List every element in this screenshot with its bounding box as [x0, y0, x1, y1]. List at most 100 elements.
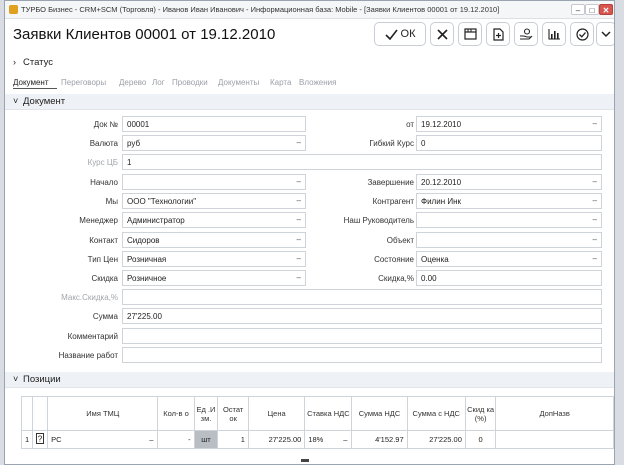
our-head-field[interactable]: – — [416, 212, 602, 228]
dropdown-icon[interactable]: – — [593, 235, 597, 244]
state-label: Состояние — [374, 255, 414, 264]
col-header-unit[interactable]: Ед .И зм. — [193, 396, 219, 431]
col-header-sum-vat[interactable]: Сумма с НДС — [406, 396, 466, 431]
dropdown-icon[interactable]: – — [297, 196, 301, 205]
col-header-discount[interactable]: Скид ка (%) — [464, 396, 497, 431]
bar-chart-icon — [547, 29, 560, 40]
start-label: Начало — [90, 178, 118, 187]
date-field[interactable]: 19.12.2010 – — [416, 116, 602, 132]
start-field[interactable]: – — [122, 174, 306, 190]
our-company-label: Мы — [105, 197, 118, 206]
date-label: от — [406, 120, 414, 129]
our-head-label: Наш Руководитель — [343, 216, 414, 225]
report-button[interactable] — [542, 22, 566, 46]
doc-number-input[interactable]: 00001 — [122, 116, 306, 132]
tab-log[interactable]: Лог — [152, 78, 165, 87]
col-header-name[interactable]: Имя ТМЦ — [47, 396, 159, 431]
work-name-input[interactable] — [122, 347, 602, 363]
col-header-extra[interactable]: ДопНазв — [495, 396, 614, 431]
dropdown-icon[interactable]: – — [297, 235, 301, 244]
dropdown-icon[interactable]: – — [593, 215, 597, 224]
status-section-header[interactable]: › Статус — [5, 55, 614, 71]
contact-field[interactable]: Сидоров – — [122, 232, 306, 248]
chevron-down-icon: ˅ — [13, 374, 19, 384]
discount-field[interactable]: Розничное – — [122, 270, 306, 286]
row-info-cell[interactable]: ? — [32, 430, 49, 449]
close-window-button[interactable]: ✕ — [599, 4, 613, 15]
max-discount-input[interactable] — [122, 289, 602, 305]
tab-attachments[interactable]: Вложения — [299, 78, 336, 87]
tab-documents[interactable]: Документы — [218, 78, 259, 87]
positions-table: Имя ТМЦ Кол-в о Ед .И зм. Остат ок Цена … — [20, 396, 614, 449]
dropdown-icon[interactable]: – — [593, 254, 597, 263]
price-type-label: Тип Цен — [87, 255, 118, 264]
active-tab-indicator — [13, 88, 57, 89]
dropdown-icon[interactable]: – — [297, 177, 301, 186]
item-discount[interactable]: 0 — [464, 430, 497, 449]
horizontal-scroll-indicator[interactable] — [301, 459, 309, 462]
col-header-vat-rate[interactable]: Ставка НДС — [304, 396, 353, 431]
tab-document[interactable]: Документ — [13, 78, 49, 87]
payment-button[interactable] — [514, 22, 538, 46]
open-form-button[interactable] — [458, 22, 482, 46]
discount-pct-input[interactable]: 0.00 — [416, 270, 602, 286]
currency-field[interactable]: руб – — [122, 135, 306, 151]
end-field[interactable]: 20.12.2010 – — [416, 174, 602, 190]
cb-rate-input[interactable]: 1 — [122, 154, 602, 170]
item-name: PC — [51, 435, 62, 444]
col-header-vat-sum[interactable]: Сумма НДС — [351, 396, 408, 431]
item-unit[interactable]: шт — [193, 430, 219, 449]
manager-field[interactable]: Администратор – — [122, 212, 306, 228]
item-name-cell[interactable]: PC – — [47, 430, 159, 449]
positions-section-header[interactable]: ˅ Позиции — [5, 372, 614, 388]
end-label: Завершение — [367, 178, 414, 187]
document-section-header[interactable]: ˅ Документ — [5, 94, 614, 110]
row-number: 1 — [20, 430, 34, 449]
col-header-qty[interactable]: Кол-в о — [157, 396, 195, 431]
tab-negotiations[interactable]: Переговоры — [61, 78, 106, 87]
tab-bar: Документ Переговоры Дерево Лог Проводки … — [5, 76, 614, 90]
flex-rate-label: Гибкий Курс — [369, 139, 414, 148]
ok-button[interactable]: ОК — [374, 22, 426, 46]
maximize-button[interactable]: □ — [585, 4, 599, 15]
flex-rate-input[interactable]: 0 — [416, 135, 602, 151]
post-document-button[interactable] — [570, 22, 594, 46]
col-header-rownum — [20, 396, 34, 431]
dropdown-icon[interactable]: – — [593, 196, 597, 205]
work-name-label: Название работ — [58, 351, 118, 360]
cancel-button[interactable] — [430, 22, 454, 46]
minimize-button[interactable]: – — [571, 4, 585, 15]
dropdown-icon[interactable]: – — [593, 177, 597, 186]
col-header-price[interactable]: Цена — [247, 396, 306, 431]
counterparty-field[interactable]: Филин Инк – — [416, 193, 602, 209]
our-company-field[interactable]: ООО "Технологии" – — [122, 193, 306, 209]
table-row[interactable]: 1 ? PC – - шт 1 27'225.00 18% – 4'152.97… — [20, 430, 614, 449]
state-field[interactable]: Оценка – — [416, 251, 602, 267]
dropdown-icon[interactable]: – — [297, 215, 301, 224]
dropdown-icon[interactable]: – — [297, 138, 301, 147]
item-price[interactable]: 27'225.00 — [247, 430, 306, 449]
counterparty-value: Филин Инк — [421, 197, 461, 206]
item-extra[interactable] — [495, 430, 614, 449]
info-icon[interactable]: ? — [36, 433, 45, 444]
svg-text:?: ? — [38, 435, 43, 444]
tab-tree[interactable]: Дерево — [119, 78, 146, 87]
manager-value: Администратор — [127, 216, 185, 225]
add-document-button[interactable] — [486, 22, 510, 46]
more-menu-button[interactable] — [596, 22, 614, 46]
sum-input[interactable]: 27'225.00 — [122, 308, 602, 324]
dropdown-icon[interactable]: – — [343, 435, 347, 444]
col-header-rest[interactable]: Остат ок — [217, 396, 249, 431]
dropdown-icon[interactable]: – — [149, 435, 153, 444]
dropdown-icon[interactable]: – — [593, 119, 597, 128]
dropdown-icon[interactable]: – — [297, 273, 301, 282]
tab-map[interactable]: Карта — [270, 78, 291, 87]
tab-postings[interactable]: Проводки — [172, 78, 208, 87]
item-qty[interactable]: - — [157, 430, 195, 449]
object-field[interactable]: – — [416, 232, 602, 248]
contact-label: Контакт — [89, 236, 118, 245]
item-vat-rate-cell[interactable]: 18% – — [304, 430, 353, 449]
comment-input[interactable] — [122, 328, 602, 344]
dropdown-icon[interactable]: – — [297, 254, 301, 263]
price-type-field[interactable]: Розничная – — [122, 251, 306, 267]
